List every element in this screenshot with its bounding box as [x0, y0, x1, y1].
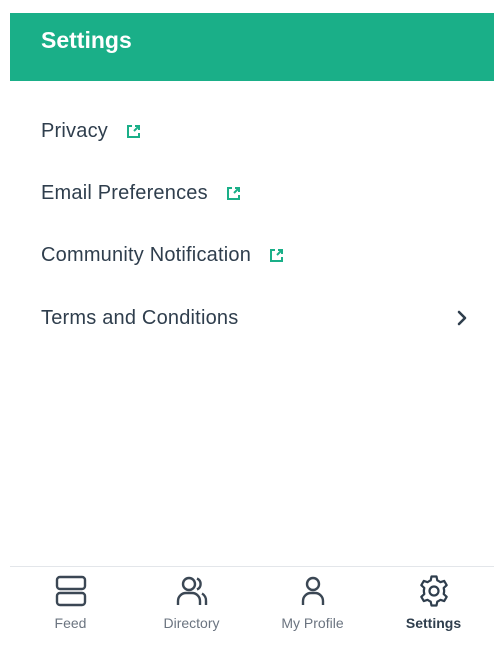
tab-settings[interactable]: Settings — [373, 567, 494, 650]
menu-item-label: Terms and Conditions — [41, 306, 239, 329]
tab-feed[interactable]: Feed — [10, 567, 131, 650]
page-title: Settings — [41, 27, 132, 53]
chevron-right-icon — [457, 310, 467, 326]
menu-item-label: Community Notification — [41, 243, 252, 266]
gear-icon — [420, 575, 448, 607]
tab-directory[interactable]: Directory — [131, 567, 252, 650]
tab-label: My Profile — [281, 615, 344, 631]
menu-item-community-notification[interactable]: Community Notification — [10, 230, 494, 280]
people-icon — [176, 576, 208, 605]
external-link-icon — [126, 124, 140, 138]
app-header: Settings — [10, 13, 494, 81]
feed-icon — [55, 575, 87, 607]
menu-item-label: Privacy — [41, 119, 108, 142]
settings-screen: Settings Privacy Email Preferences Commu… — [0, 0, 494, 650]
tab-my-profile[interactable]: My Profile — [252, 567, 373, 650]
tab-label: Feed — [54, 615, 87, 631]
menu-item-terms-and-conditions[interactable]: Terms and Conditions — [10, 293, 494, 343]
person-icon — [301, 576, 325, 605]
menu-item-email-preferences[interactable]: Email Preferences — [10, 168, 494, 218]
menu-item-privacy[interactable]: Privacy — [10, 106, 494, 156]
tab-label: Directory — [163, 615, 220, 631]
bottom-tab-bar: Feed Directory My Profile Settings — [10, 566, 494, 650]
external-link-icon — [270, 248, 284, 262]
external-link-icon — [226, 186, 240, 200]
menu-item-label: Email Preferences — [41, 181, 208, 204]
tab-label: Settings — [405, 615, 462, 631]
